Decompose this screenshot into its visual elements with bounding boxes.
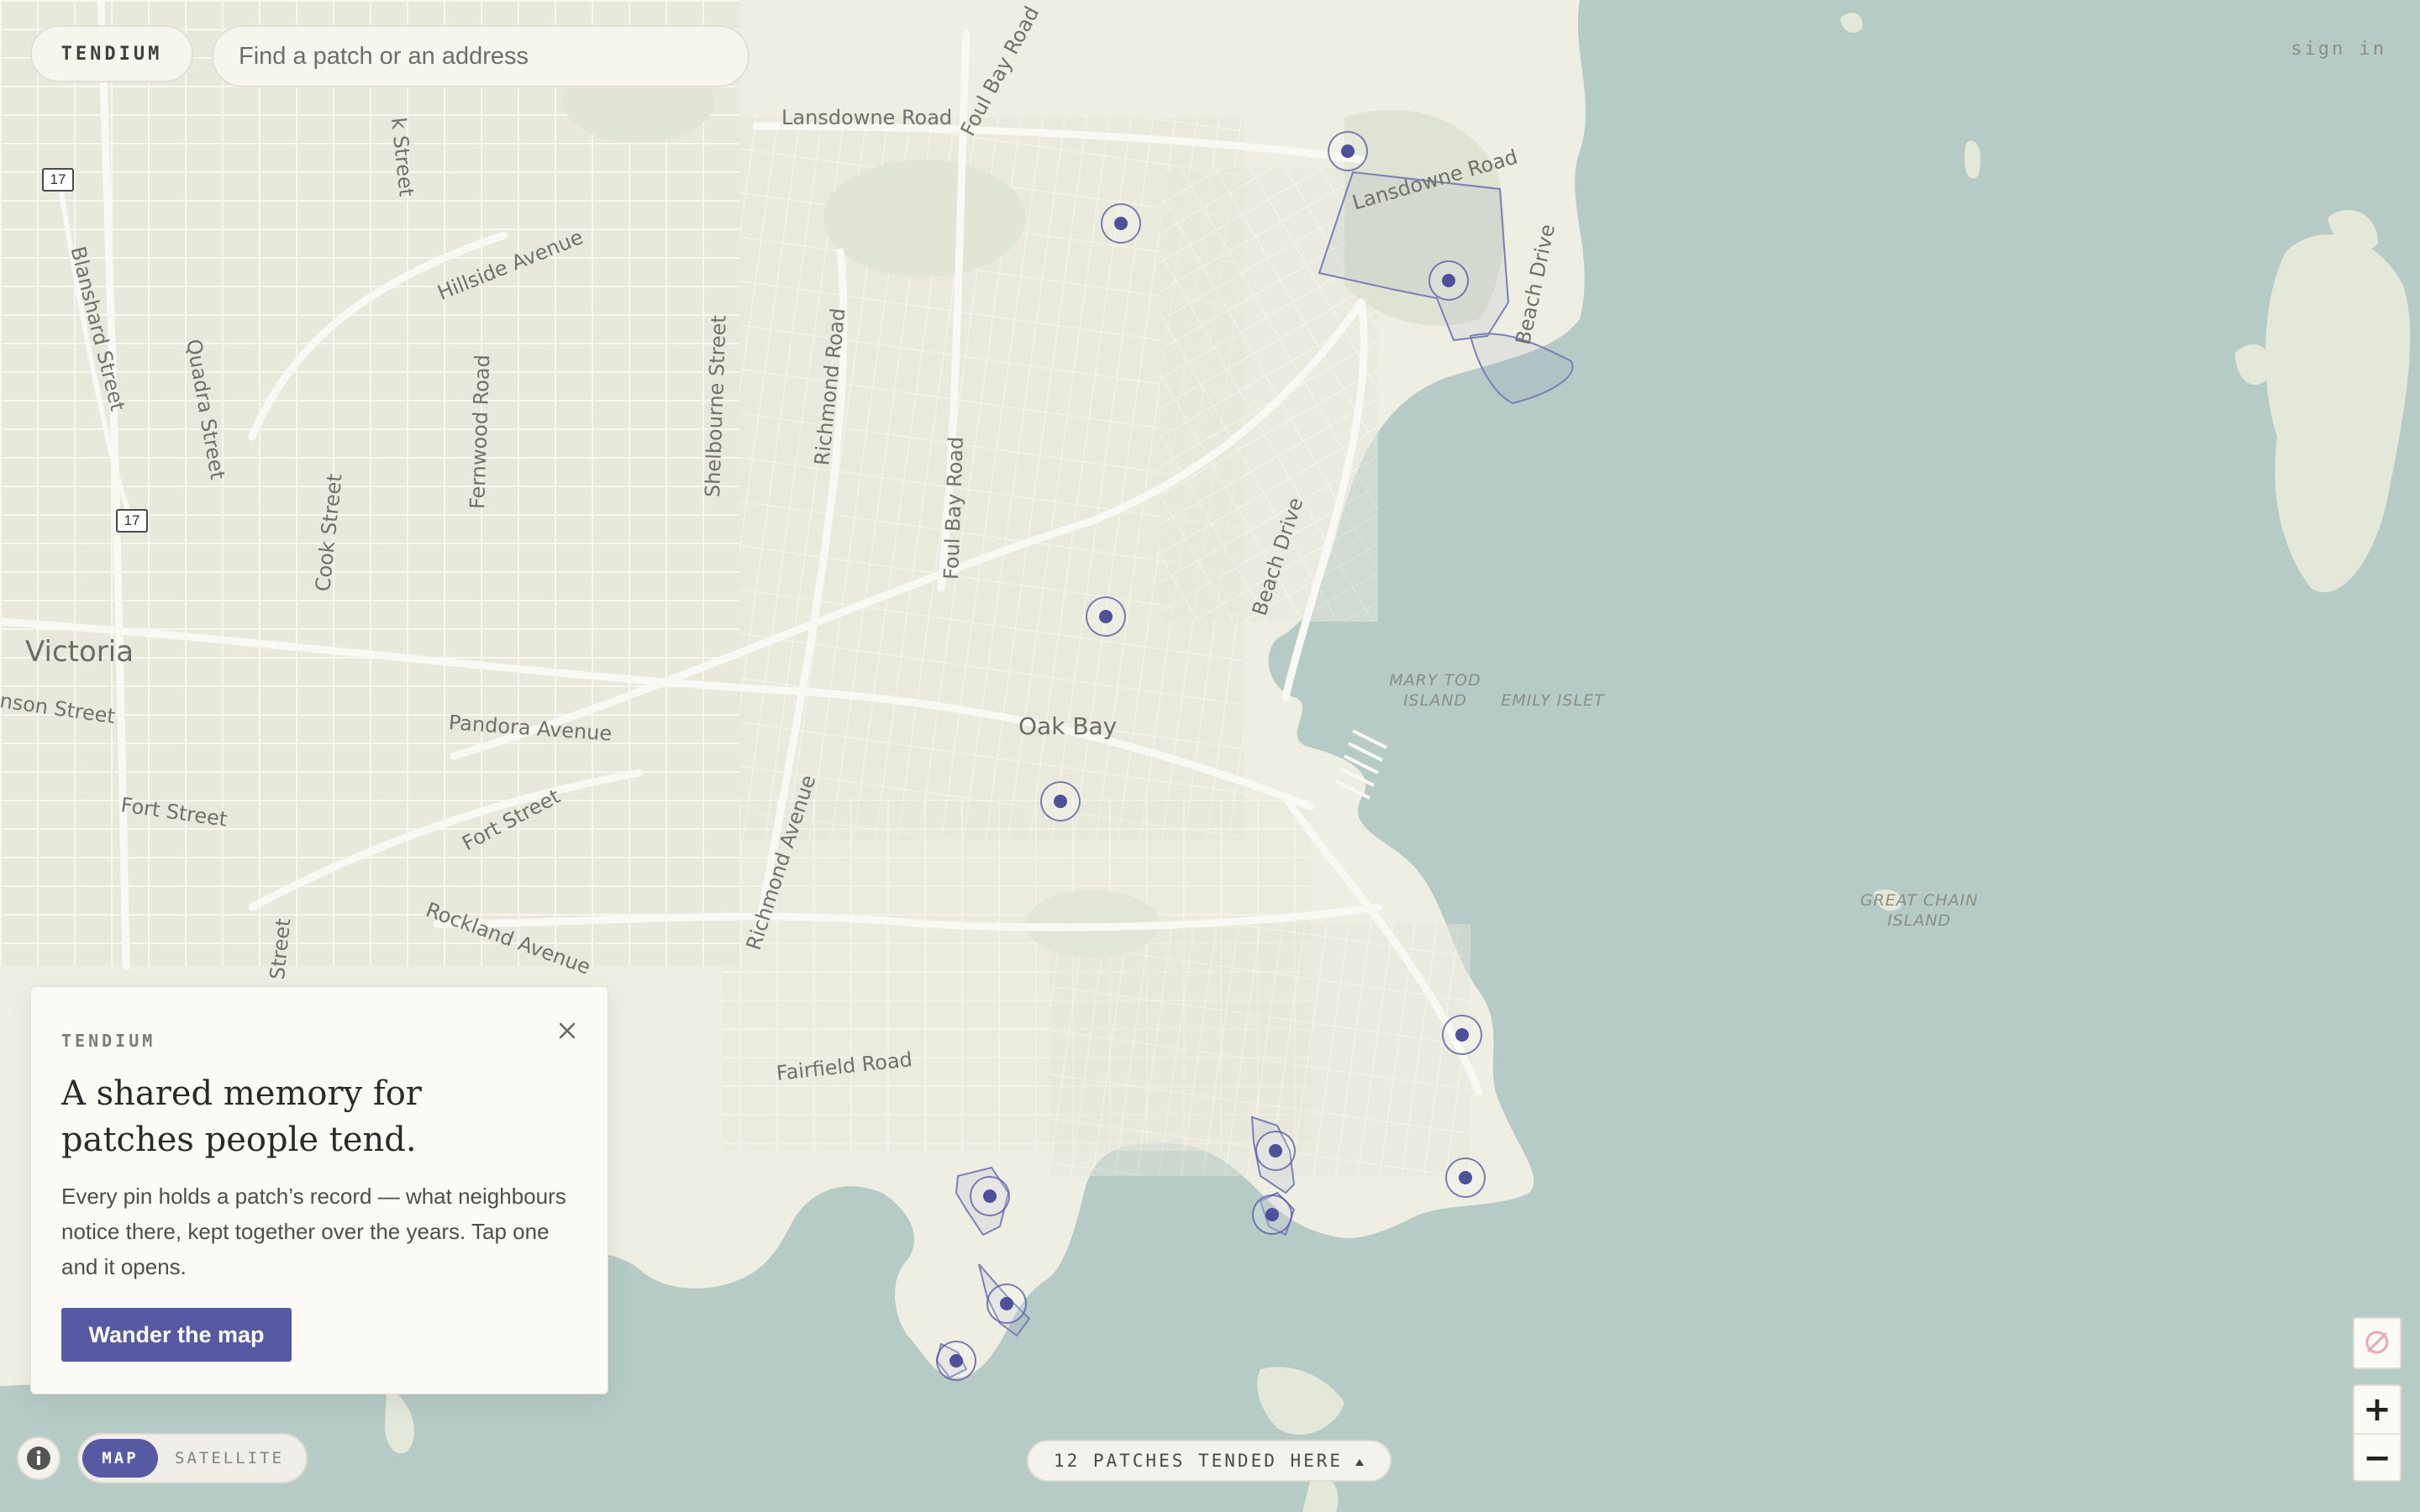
brand-logo[interactable]: TENDIUM: [30, 25, 193, 82]
patch-count-text: 12 PATCHES TENDED HERE: [1053, 1451, 1344, 1471]
zoom-out-button[interactable]: −: [2354, 1435, 2400, 1482]
wander-map-button[interactable]: Wander the map: [61, 1308, 292, 1362]
patch-pin[interactable]: [1101, 203, 1141, 244]
patch-pin[interactable]: [1255, 1131, 1296, 1171]
island-label-mary-tod: MARY TOD ISLAND: [1389, 671, 1481, 710]
card-title: A shared memory for patches people tend.: [61, 1074, 422, 1159]
patch-pin[interactable]: [970, 1176, 1010, 1216]
place-label-victoria: Victoria: [25, 635, 134, 669]
info-icon[interactable]: [17, 1436, 60, 1480]
layer-toggle[interactable]: [2353, 1317, 2402, 1369]
street-label: Lansdowne Road: [781, 106, 953, 129]
island-label-emily-islet: EMILY ISLET: [1501, 691, 1605, 710]
card-eyebrow: TENDIUM: [61, 1031, 156, 1051]
island-label-great-chain: GREAT CHAIN ISLAND: [1860, 891, 1979, 930]
patch-pin[interactable]: [936, 1341, 976, 1381]
card-body: Every pin holds a patch’s record — what …: [61, 1184, 566, 1279]
zoom-in-button[interactable]: +: [2354, 1386, 2400, 1433]
close-icon[interactable]: [552, 1016, 582, 1046]
patch-pin[interactable]: [986, 1284, 1027, 1324]
patch-pin[interactable]: [1086, 596, 1126, 637]
map-mode-button[interactable]: MAP: [82, 1439, 158, 1478]
layer-off-icon[interactable]: [2354, 1319, 2400, 1366]
patch-pin[interactable]: [1428, 260, 1469, 301]
patch-pin[interactable]: [1328, 131, 1368, 171]
zoom-control: + −: [2353, 1384, 2402, 1482]
street-label: Foul Bay Road: [939, 436, 968, 580]
caret-up-icon: [1355, 1451, 1365, 1471]
satellite-mode-button[interactable]: SATELLITE: [158, 1439, 301, 1478]
patch-pin[interactable]: [1040, 781, 1081, 822]
place-label-oak-bay: Oak Bay: [1018, 712, 1118, 740]
patch-pin[interactable]: [1442, 1015, 1482, 1055]
patch-count-pill[interactable]: 12 PATCHES TENDED HERE: [1027, 1440, 1392, 1482]
intro-card: TENDIUM A shared memory for patches peop…: [30, 986, 608, 1394]
route-shield: 17: [42, 168, 74, 192]
map-mode-toggle: MAP SATELLITE: [77, 1433, 308, 1483]
search-input[interactable]: [212, 25, 750, 87]
patch-pin[interactable]: [1252, 1194, 1292, 1235]
route-shield: 17: [116, 509, 148, 533]
patch-pin[interactable]: [1445, 1158, 1486, 1198]
sign-in-link[interactable]: sign in: [2291, 39, 2386, 60]
